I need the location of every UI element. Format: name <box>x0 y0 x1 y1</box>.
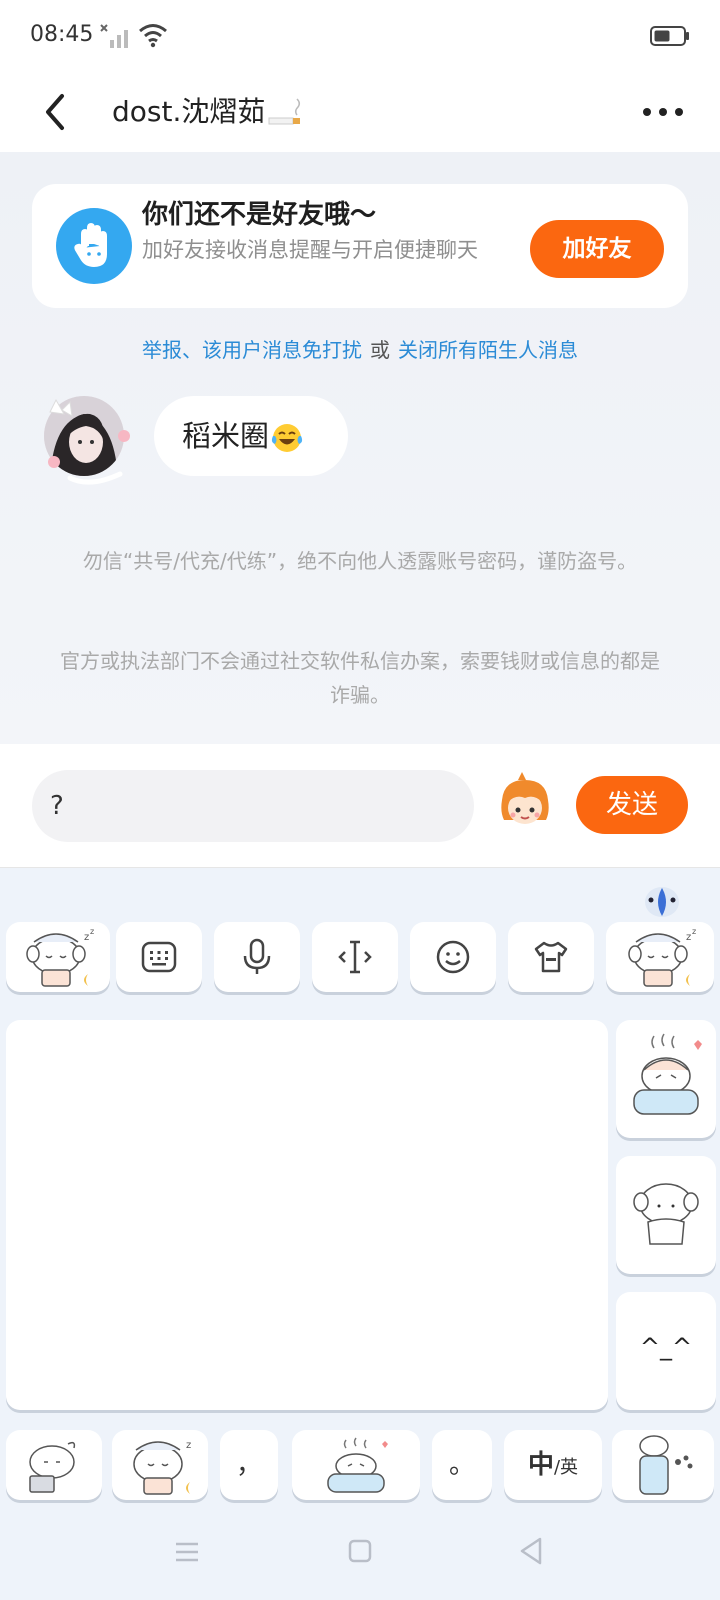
close-stranger-messages-link[interactable]: 关闭所有陌生人消息 <box>398 338 578 362</box>
emoji-key[interactable] <box>410 922 496 992</box>
kaomoji-key[interactable]: ^_^ <box>616 1292 716 1410</box>
ifly-logo-icon[interactable] <box>642 884 682 920</box>
signal-icon <box>100 24 128 48</box>
fraud-warning: 官方或执法部门不会通过社交软件私信办案，索要钱财或信息的都是诈骗。 <box>60 649 660 707</box>
message-bubble[interactable]: 稻米圈 <box>154 396 348 476</box>
contact-name: dost.沈熠茹 <box>112 95 266 128</box>
cursor-move-key[interactable] <box>312 922 398 992</box>
add-friend-card: 你们还不是好友哦～ 加好友接收消息提醒与开启便捷聊天 加好友 <box>32 184 688 308</box>
recent-apps-icon[interactable] <box>174 1540 200 1564</box>
status-bar: 08:45 <box>0 0 720 72</box>
sheep-sitting-sticker-icon <box>633 1183 699 1245</box>
comma-label: ， <box>235 1450 262 1480</box>
card-title: 你们还不是好友哦～ <box>142 200 377 230</box>
microphone-icon <box>243 938 271 974</box>
security-warning: 勿信“共号/代充/代练”，绝不向他人透露账号密码，谨防盗号。 <box>82 549 638 573</box>
kaomoji-label: ^_^ <box>639 1333 693 1361</box>
bottom-sticker-key-2[interactable]: z <box>112 1430 208 1500</box>
report-mute-link[interactable]: 举报、该用户消息免打扰 <box>142 338 362 362</box>
sheep-bath-sticker-icon <box>633 1033 702 1115</box>
svg-text:z: z <box>692 927 696 936</box>
lang-main-label: 中 <box>527 1450 554 1480</box>
input-bar: ? 发送 <box>0 744 720 868</box>
keyboard-icon <box>141 941 177 973</box>
sheep-bath-sticker-icon <box>327 1437 388 1493</box>
message-input[interactable]: ? <box>32 770 474 842</box>
svg-text:z: z <box>90 927 94 936</box>
or-text: 或 <box>370 338 390 362</box>
emoji-face-icon <box>436 940 470 974</box>
message-text: 稻米圈 <box>182 419 270 453</box>
svg-text:z: z <box>686 932 691 943</box>
sticker-key-right[interactable]: zz <box>606 922 714 992</box>
svg-text:z: z <box>186 1440 191 1451</box>
back-arrow-icon[interactable] <box>36 88 76 136</box>
language-switch-key[interactable]: 中/英 <box>504 1430 602 1500</box>
wifi-icon <box>139 24 167 48</box>
keyboard-switch-key[interactable] <box>116 922 202 992</box>
cigarette-emoji-icon <box>268 98 301 125</box>
handwriting-pad[interactable] <box>6 1020 608 1410</box>
skin-key[interactable] <box>508 922 594 992</box>
cursor-icon <box>338 940 372 974</box>
period-key[interactable]: 。 <box>432 1430 492 1500</box>
add-friend-button[interactable]: 加好友 <box>530 220 664 278</box>
status-time: 08:45 <box>30 22 94 47</box>
language-label: 中/英 <box>504 1430 602 1500</box>
card-description: 加好友接收消息提醒与开启便捷聊天 <box>142 238 478 262</box>
side-sticker-key-1[interactable] <box>616 1020 716 1138</box>
hand-wave-icon <box>56 208 132 284</box>
period-label: 。 <box>448 1450 475 1480</box>
contact-avatar[interactable] <box>40 392 132 488</box>
side-sticker-key-2[interactable] <box>616 1156 716 1274</box>
sheep-sticker-icon: zz <box>26 927 94 987</box>
sheep-sticker-icon: zz <box>628 927 696 987</box>
more-options-icon[interactable] <box>640 94 686 130</box>
home-icon[interactable] <box>348 1538 372 1564</box>
back-nav-icon[interactable] <box>518 1536 544 1566</box>
chat-title: dost.沈熠茹 <box>112 90 303 130</box>
system-nav-bar <box>0 1508 720 1600</box>
svg-text:z: z <box>84 932 89 943</box>
comma-key[interactable]: ， <box>220 1430 278 1500</box>
battery-icon <box>650 26 689 46</box>
send-button[interactable]: 发送 <box>576 776 688 834</box>
bottom-sticker-key-3[interactable] <box>612 1430 714 1500</box>
mascot-sticker-icon[interactable] <box>494 772 556 834</box>
space-key[interactable] <box>292 1430 420 1500</box>
sheep-laptop-sticker-icon <box>29 1441 76 1493</box>
voice-input-key[interactable] <box>214 922 300 992</box>
report-links: 举报、该用户消息免打扰或关闭所有陌生人消息 <box>0 334 720 363</box>
chat-header: dost.沈熠茹 <box>0 72 720 152</box>
lang-alt-label: /英 <box>553 1457 579 1478</box>
tears-of-joy-emoji-icon <box>271 424 303 452</box>
sheep-bottle-sticker-icon <box>639 1435 693 1495</box>
bottom-sticker-key-1[interactable] <box>6 1430 102 1500</box>
sheep-sticker-icon: z <box>133 1440 191 1495</box>
skin-tshirt-icon <box>534 941 568 973</box>
sticker-key-left[interactable]: zz <box>6 922 110 992</box>
